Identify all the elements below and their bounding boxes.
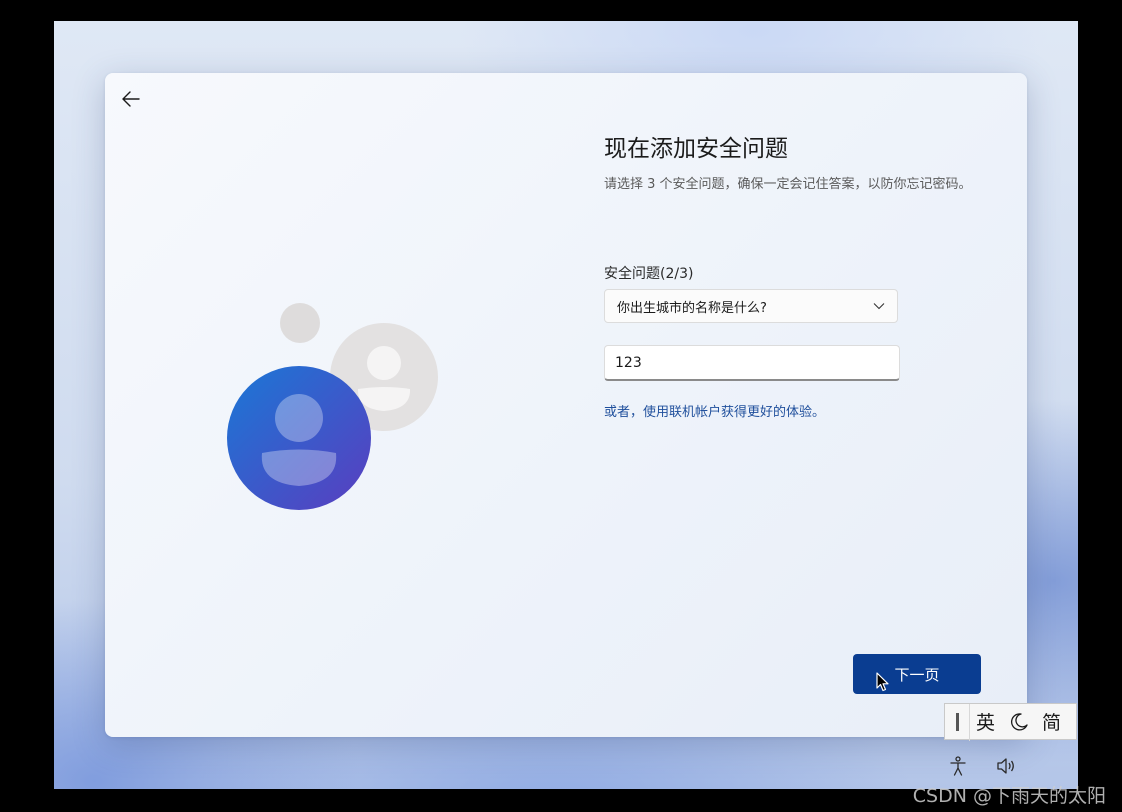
online-account-link[interactable]: 或者，使用联机帐户获得更好的体验。 [604, 401, 825, 420]
selected-question: 你出生城市的名称是什么? [617, 300, 767, 316]
setup-card: 现在添加安全问题 请选择 3 个安全问题，确保一定会记住答案，以防你忘记密码。 … [105, 73, 1027, 737]
ime-language-toggle[interactable]: 英 [969, 708, 1002, 735]
ime-punctuation-toggle[interactable] [1002, 712, 1035, 732]
accessibility-icon[interactable] [947, 755, 969, 777]
ime-toolbar: 英 简 [944, 703, 1077, 741]
page-title: 现在添加安全问题 [604, 136, 788, 162]
chevron-down-icon [873, 303, 885, 310]
security-question-dropdown[interactable]: 你出生城市的名称是什么? [604, 289, 898, 323]
security-question-label: 安全问题(2/3) [604, 266, 694, 282]
crescent-moon-icon [1010, 712, 1028, 731]
security-answer-input[interactable] [604, 345, 900, 381]
small-dot-icon [280, 303, 320, 343]
ime-script-toggle[interactable]: 简 [1035, 708, 1068, 735]
oobe-screen: 现在添加安全问题 请选择 3 个安全问题，确保一定会记住答案，以防你忘记密码。 … [54, 21, 1078, 789]
ime-divider [969, 704, 970, 741]
primary-user-icon [227, 366, 371, 510]
user-accounts-illustration [227, 303, 438, 510]
back-button[interactable] [119, 87, 143, 111]
volume-icon[interactable] [995, 755, 1017, 777]
next-button[interactable]: 下一页 [853, 654, 981, 694]
csdn-watermark: CSDN @下雨天的太阳 [912, 785, 1106, 807]
ime-drag-handle[interactable] [956, 712, 959, 731]
page-subtitle: 请选择 3 个安全问题，确保一定会记住答案，以防你忘记密码。 [604, 177, 972, 192]
arrow-left-icon [122, 91, 140, 107]
